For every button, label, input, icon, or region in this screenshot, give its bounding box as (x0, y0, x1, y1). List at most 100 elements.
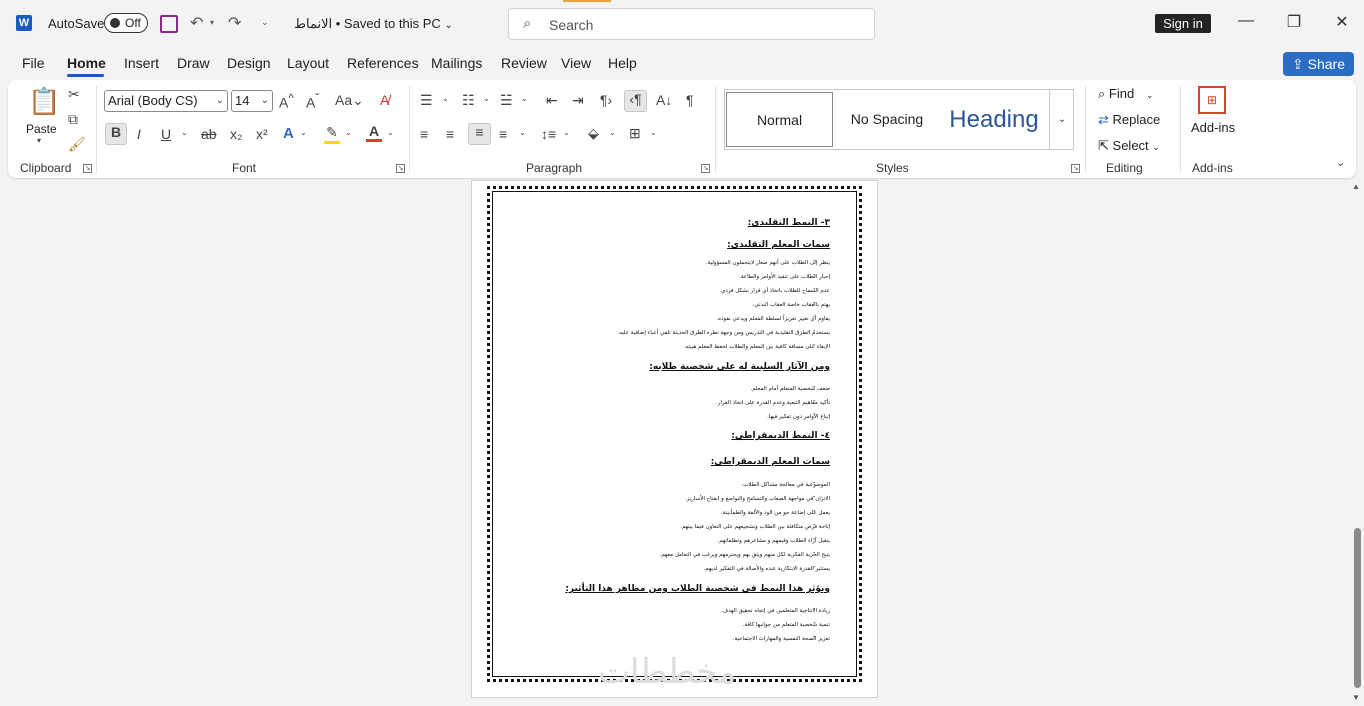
minimize-icon[interactable]: — (1236, 12, 1256, 30)
collapse-ribbon-icon[interactable]: ⌄ (1336, 156, 1345, 169)
cut-icon[interactable]: ✂ (68, 86, 80, 103)
multilevel-dropdown-icon[interactable]: ⌄ (521, 94, 528, 103)
list-item: الإبقاء على مسافة كافية بين المعلم والطل… (683, 344, 830, 350)
undo-icon[interactable]: ↶ (190, 13, 203, 33)
tab-help[interactable]: Help (608, 55, 637, 71)
document-title[interactable]: الانماط • Saved to this PC ⌄ (294, 16, 453, 32)
paste-dropdown-icon[interactable]: ▾ (37, 136, 41, 145)
align-center-icon[interactable]: ≡ (446, 126, 454, 142)
separator (96, 86, 97, 172)
copy-icon[interactable]: ⧉ (68, 111, 78, 128)
close-icon[interactable]: ✕ (1332, 12, 1352, 32)
ltr-paragraph-icon[interactable]: ¶› (600, 92, 612, 108)
shrink-font-icon[interactable]: Aˇ (306, 92, 319, 111)
line-spacing-icon[interactable]: ↕≡ (541, 126, 556, 142)
tab-mailings[interactable]: Mailings (431, 55, 482, 71)
grow-font-icon[interactable]: A^ (279, 92, 294, 111)
add-ins-icon[interactable]: ⊞ (1198, 86, 1226, 114)
scroll-down-icon[interactable]: ▼ (1352, 693, 1360, 702)
italic-button[interactable]: I (137, 126, 141, 142)
chevron-down-icon: ⌄ (260, 95, 269, 106)
numbering-icon[interactable]: ☷ (462, 92, 475, 109)
bold-button[interactable]: B (105, 123, 127, 145)
rtl-paragraph-icon[interactable]: ‹¶ (624, 90, 647, 112)
word-logo-icon: W (16, 15, 32, 31)
borders-icon[interactable]: ⊞ (629, 125, 641, 142)
underline-dropdown-icon[interactable]: ⌄ (181, 128, 188, 137)
multilevel-list-icon[interactable]: ☱ (500, 92, 513, 109)
underline-button[interactable]: U (161, 126, 171, 142)
borders-dropdown-icon[interactable]: ⌄ (650, 128, 657, 137)
tab-references[interactable]: References (347, 55, 419, 71)
tab-layout[interactable]: Layout (287, 55, 329, 71)
paste-icon[interactable]: 📋 (28, 86, 60, 120)
redo-icon[interactable]: ↷ (228, 13, 241, 33)
font-color-icon[interactable]: A (366, 123, 382, 142)
bullets-icon[interactable]: ☰ (420, 92, 433, 109)
autosave-toggle[interactable]: Off (104, 13, 148, 33)
style-heading[interactable]: Heading (941, 92, 1047, 147)
list-item: الاتزان في مواجهة الصعاب والتسامح والتوا… (684, 496, 830, 502)
font-name-combo[interactable]: Arial (Body CS) ⌄ (104, 90, 228, 112)
tab-view[interactable]: View (561, 55, 591, 71)
tab-home[interactable]: Home (67, 55, 106, 71)
search-placeholder: Search (549, 17, 594, 33)
style-normal[interactable]: Normal (726, 92, 833, 147)
increase-indent-icon[interactable]: ⇥ (572, 92, 584, 109)
undo-dropdown-icon[interactable]: ▾ (210, 18, 214, 27)
tab-review[interactable]: Review (501, 55, 547, 71)
clipboard-launcher-icon[interactable]: ↘ (83, 164, 92, 173)
format-painter-icon[interactable]: 🖌 (68, 136, 86, 153)
paragraph-launcher-icon[interactable]: ↘ (701, 164, 710, 173)
scroll-up-icon[interactable]: ▲ (1352, 182, 1360, 191)
replace-button[interactable]: ⇄ Replace (1098, 112, 1160, 128)
tab-insert[interactable]: Insert (124, 55, 159, 71)
align-left-icon[interactable]: ≡ (420, 126, 428, 142)
list-item: إتباع الأوامر دون تفكير فيها. (767, 414, 830, 420)
justify-dropdown-icon[interactable]: ⌄ (519, 128, 526, 137)
styles-more-icon[interactable]: ⌄ (1049, 90, 1074, 149)
decrease-indent-icon[interactable]: ⇤ (546, 92, 558, 109)
tab-draw[interactable]: Draw (177, 55, 210, 71)
numbering-dropdown-icon[interactable]: ⌄ (483, 94, 490, 103)
restore-icon[interactable]: ❐ (1284, 12, 1304, 32)
subscript-button[interactable]: x₂ (230, 126, 242, 142)
shading-icon[interactable]: ⬙ (588, 125, 599, 142)
highlight-icon[interactable]: ✎ (324, 124, 340, 144)
font-size-combo[interactable]: 14 ⌄ (231, 90, 273, 112)
show-formatting-icon[interactable]: ¶ (686, 92, 694, 108)
text-effects-icon[interactable]: A (283, 125, 294, 142)
customize-qat-icon[interactable]: ⌄ (261, 17, 269, 28)
share-button[interactable]: ⇪ Share (1283, 52, 1354, 76)
justify-icon[interactable]: ≡ (499, 126, 507, 142)
tab-design[interactable]: Design (227, 55, 271, 71)
sort-icon[interactable]: A↓ (656, 92, 672, 108)
add-ins-button[interactable]: Add-ins (1191, 120, 1235, 135)
list-item: يعمل على إضاعة جو من الود والألفة والطمأ… (721, 510, 830, 516)
search-box[interactable]: ⌕ Search (508, 8, 875, 40)
paste-button[interactable]: Paste (26, 122, 57, 136)
scrollbar-thumb[interactable] (1354, 528, 1361, 688)
superscript-button[interactable]: x² (256, 126, 268, 142)
change-case-icon[interactable]: Aa⌄ (335, 92, 364, 109)
shading-dropdown-icon[interactable]: ⌄ (609, 128, 616, 137)
highlight-dropdown-icon[interactable]: ⌄ (345, 128, 352, 137)
font-color-dropdown-icon[interactable]: ⌄ (387, 128, 394, 137)
save-icon[interactable] (160, 15, 178, 33)
font-launcher-icon[interactable]: ↘ (396, 164, 405, 173)
add-ins-group-label: Add-ins (1192, 161, 1233, 175)
share-icon: ⇪ (1292, 56, 1304, 72)
clear-formatting-icon[interactable]: A̸ (380, 92, 389, 108)
sign-in-button[interactable]: Sign in (1155, 14, 1211, 33)
tab-file[interactable]: File (22, 55, 45, 71)
bullets-dropdown-icon[interactable]: ⌄ (442, 94, 449, 103)
styles-launcher-icon[interactable]: ↘ (1071, 164, 1080, 173)
ribbon-tabs: File Home Insert Draw Design Layout Refe… (0, 48, 1364, 78)
find-button[interactable]: ⌕ Find ⌄ (1098, 86, 1153, 102)
text-effects-dropdown-icon[interactable]: ⌄ (300, 128, 307, 137)
align-right-icon[interactable]: ≡ (468, 123, 491, 145)
style-no-spacing[interactable]: No Spacing (835, 92, 939, 147)
line-spacing-dropdown-icon[interactable]: ⌄ (563, 128, 570, 137)
strikethrough-button[interactable]: ab (201, 126, 217, 142)
select-button[interactable]: ⇱ Select ⌄ (1098, 138, 1160, 154)
